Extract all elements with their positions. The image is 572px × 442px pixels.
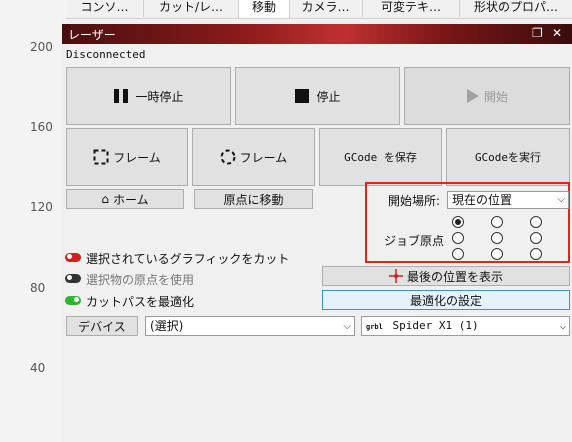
home-button[interactable]: ⌂ ホーム <box>66 189 184 209</box>
home-icon: ⌂ <box>101 192 109 206</box>
restore-icon[interactable]: ❐ <box>532 26 543 40</box>
start-label: 開始 <box>483 89 508 104</box>
start-from-value: 現在の位置 <box>452 193 513 207</box>
tab-camera[interactable]: カメラ… <box>289 0 363 17</box>
job-origin-label: ジョブ原点 <box>384 234 445 248</box>
pause-icon <box>114 89 129 103</box>
run-gcode-button[interactable]: GCodeを実行 <box>446 128 570 186</box>
optimize-toggle[interactable] <box>65 296 81 305</box>
device-select[interactable]: (選択) ⌵ <box>145 316 355 336</box>
origin-radio-bottom-right[interactable] <box>530 248 542 260</box>
ruler-tick: 120 <box>30 200 53 214</box>
origin-radio-middle-center[interactable] <box>491 232 503 244</box>
play-icon <box>466 89 479 103</box>
origin-radio-middle-left[interactable] <box>452 232 464 244</box>
optimization-settings-button[interactable]: 最適化の設定 <box>322 290 570 310</box>
start-from-select[interactable]: 現在の位置 ⌵ <box>447 191 569 209</box>
ruler-tick: 80 <box>30 281 46 295</box>
chevron-down-icon: ⌵ <box>343 321 351 332</box>
stop-label: 停止 <box>316 89 341 104</box>
ruler-tick: 40 <box>30 361 46 375</box>
origin-radio-top-center[interactable] <box>491 216 503 228</box>
origin-radio-bottom-left[interactable] <box>452 248 464 260</box>
machine-select-value: Spider X1 (1) <box>392 319 479 332</box>
chevron-down-icon: ⌵ <box>559 321 566 332</box>
grbl-logo: grbl <box>366 323 383 331</box>
home-label: ホーム <box>112 192 149 207</box>
tab-move[interactable]: 移動 <box>238 0 290 18</box>
laser-panel: レーザー ❐ ✕ Disconnected 一時停止 停止 開始 フレーム フレ… <box>62 20 572 442</box>
show-last-position-label: 最後の位置を表示 <box>406 269 503 284</box>
pause-label: 一時停止 <box>135 89 184 104</box>
goto-origin-button[interactable]: 原点に移動 <box>194 189 313 209</box>
ruler-tick: 200 <box>30 40 53 54</box>
frame-circle-icon <box>220 149 236 165</box>
show-last-position-button[interactable]: 最後の位置を表示 <box>322 266 570 286</box>
start-button[interactable]: 開始 <box>404 67 570 125</box>
tab-variable-text[interactable]: 可変テキ… <box>363 0 460 17</box>
cut-selected-toggle[interactable] <box>65 253 81 262</box>
frame-rect-button[interactable]: フレーム <box>66 128 188 186</box>
frame-square-icon <box>93 149 109 165</box>
panel-tab-strip: コンソ… カット/レ… 移動 カメラ… 可変テキ… 形状のプロパ… <box>66 0 572 19</box>
stop-button[interactable]: 停止 <box>235 67 400 125</box>
tab-shape-properties[interactable]: 形状のプロパ… <box>460 0 572 17</box>
pause-button[interactable]: 一時停止 <box>66 67 231 125</box>
origin-radio-top-left[interactable] <box>452 216 464 228</box>
machine-select[interactable]: grbl Spider X1 (1) ⌵ <box>361 316 570 336</box>
close-icon[interactable]: ✕ <box>552 26 562 40</box>
device-button[interactable]: デバイス <box>66 316 138 336</box>
use-origin-toggle[interactable] <box>65 274 81 283</box>
device-select-value: (選択) <box>150 319 184 333</box>
origin-radio-top-right[interactable] <box>530 216 542 228</box>
cut-selected-label: 選択されているグラフィックをカット <box>86 252 290 266</box>
laser-panel-titlebar: レーザー ❐ ✕ <box>62 24 572 44</box>
frame-label: フレーム <box>113 150 161 165</box>
crosshair-icon <box>388 269 403 283</box>
chevron-down-icon: ⌵ <box>557 194 565 205</box>
connection-status: Disconnected <box>66 48 146 61</box>
vertical-ruler: 200 160 120 80 40 <box>0 0 58 442</box>
origin-radio-middle-right[interactable] <box>530 232 542 244</box>
save-gcode-button[interactable]: GCode を保存 <box>319 128 442 186</box>
ruler-tick: 160 <box>30 120 53 134</box>
optimize-label: カットパスを最適化 <box>86 295 195 309</box>
frame-label: フレーム <box>239 150 288 165</box>
frame-circle-button[interactable]: フレーム <box>192 128 315 186</box>
stop-icon <box>295 89 310 103</box>
tab-cut-layers[interactable]: カット/レ… <box>144 0 239 17</box>
tab-console[interactable]: コンソ… <box>66 0 144 17</box>
use-origin-label: 選択物の原点を使用 <box>86 273 195 287</box>
start-from-label: 開始場所: <box>388 194 441 208</box>
panel-title: レーザー <box>68 28 116 42</box>
origin-radio-bottom-center[interactable] <box>491 248 503 260</box>
